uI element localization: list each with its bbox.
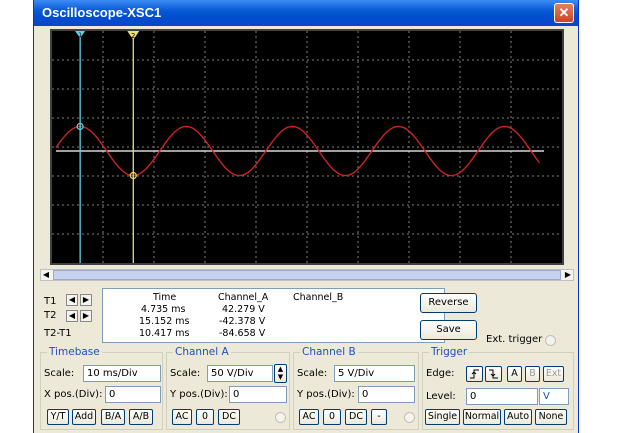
readout-diff-time: 10.417 ms — [139, 328, 190, 339]
t2-label: T2 — [44, 310, 57, 321]
t1-left-arrow-icon[interactable]: ◀ — [66, 294, 78, 306]
title-bar[interactable]: Oscilloscope-XSC1 ✕ — [34, 0, 578, 26]
save-button[interactable]: Save — [420, 320, 477, 340]
scroll-thumb[interactable] — [53, 270, 561, 280]
trigger-title: Trigger — [429, 346, 470, 358]
timebase-ab-button[interactable]: A/B — [129, 409, 153, 425]
ext-trigger-radio[interactable] — [545, 335, 556, 346]
trigger-source-a-button[interactable]: A — [507, 366, 522, 382]
channel-a-group: Channel A Scale: 50 V/Div ▲ ▼ Y pos.(Div)… — [166, 346, 290, 430]
trigger-normal-button[interactable]: Normal — [463, 409, 501, 425]
trigger-none-button[interactable]: None — [535, 409, 567, 425]
channel-a-ypos-label: Y pos.(Div): — [170, 389, 228, 400]
readout-diff-a: -84.658 V — [219, 328, 266, 339]
channel-a-scale-field[interactable]: 50 V/Div — [207, 365, 273, 382]
timebase-yt-button[interactable]: Y/T — [47, 409, 69, 425]
rising-edge-icon[interactable] — [466, 366, 483, 382]
scope-display: 12 — [52, 31, 562, 263]
timebase-group: Timebase Scale: 10 ms/Div X pos.(Div): 0… — [40, 346, 163, 430]
ext-trigger-label: Ext. trigger — [486, 334, 543, 345]
t1-label: T1 — [44, 296, 57, 307]
trigger-level-field[interactable]: 0 — [466, 388, 538, 405]
channel-a-ypos-field[interactable]: 0 — [229, 386, 287, 403]
timebase-title: Timebase — [47, 346, 102, 358]
readout-header-channel-b: Channel_B — [293, 292, 344, 303]
readout-t2-time: 15.152 ms — [139, 316, 190, 327]
trigger-level-label: Level: — [426, 391, 456, 402]
scroll-right-arrow-icon[interactable]: ▶ — [563, 270, 573, 280]
channel-b-dc-button[interactable]: DC — [345, 409, 367, 425]
t2-left-arrow-icon[interactable]: ◀ — [66, 310, 78, 322]
t1-right-arrow-icon[interactable]: ▶ — [80, 294, 92, 306]
channel-a-title: Channel A — [173, 346, 231, 358]
falling-edge-icon[interactable] — [485, 366, 502, 382]
readout-header-channel-a: Channel_A — [218, 292, 269, 303]
channel-a-zero-button[interactable]: 0 — [196, 409, 214, 425]
trigger-group: Trigger Edge: A B Ext Level: 0 V Single … — [422, 346, 574, 430]
timebase-ba-button[interactable]: B/A — [101, 409, 125, 425]
readout-t1-time: 4.735 ms — [141, 304, 186, 315]
timebase-scale-field[interactable]: 10 ms/Div — [83, 365, 161, 382]
channel-b-zero-button[interactable]: 0 — [323, 409, 341, 425]
window-title: Oscilloscope-XSC1 — [42, 5, 162, 20]
trigger-source-b-button[interactable]: B — [525, 366, 540, 382]
channel-a-scale-spinner-icon[interactable]: ▲ ▼ — [274, 364, 287, 383]
scroll-left-arrow-icon[interactable]: ◀ — [41, 270, 51, 280]
measurement-readout: Time Channel_A Channel_B 4.735 ms 42.279… — [102, 288, 445, 343]
timebase-xpos-label: X pos.(Div): — [44, 389, 103, 400]
channel-a-scale-label: Scale: — [170, 368, 201, 379]
horizontal-scrollbar[interactable]: ◀ ▶ — [40, 269, 574, 281]
channel-a-radio[interactable] — [275, 412, 286, 423]
reverse-button[interactable]: Reverse — [420, 293, 477, 313]
cursor-1-label: 1 — [78, 32, 82, 39]
scope-screen[interactable]: 12 — [50, 29, 564, 265]
channel-a-ac-button[interactable]: AC — [172, 409, 192, 425]
trigger-edge-label: Edge: — [426, 368, 455, 379]
channel-b-group: Channel B Scale: 5 V/Div Y pos.(Div): 0 … — [293, 346, 419, 430]
cursor-2-label: 2 — [131, 32, 135, 40]
t2-t1-label: T2-T1 — [44, 328, 72, 339]
t2-right-arrow-icon[interactable]: ▶ — [80, 310, 92, 322]
trigger-level-unit[interactable]: V — [539, 388, 569, 405]
trigger-source-ext-button[interactable]: Ext — [543, 366, 564, 382]
oscilloscope-window: Oscilloscope-XSC1 ✕ 12 ◀ ▶ T1 ◀ ▶ T2 ◀ ▶… — [33, 0, 579, 433]
channel-b-ac-button[interactable]: AC — [299, 409, 319, 425]
channel-b-radio[interactable] — [404, 412, 415, 423]
channel-b-ypos-label: Y pos.(Div): — [297, 389, 355, 400]
close-button[interactable]: ✕ — [554, 3, 574, 23]
readout-t2-a: -42.378 V — [219, 316, 266, 327]
channel-b-title: Channel B — [300, 346, 358, 358]
readout-t1-a: 42.279 V — [222, 304, 265, 315]
channel-b-scale-label: Scale: — [297, 368, 328, 379]
trigger-single-button[interactable]: Single — [425, 409, 460, 425]
channel-b-invert-button[interactable]: - — [371, 409, 387, 425]
timebase-xpos-field[interactable]: 0 — [105, 386, 161, 403]
trigger-auto-button[interactable]: Auto — [504, 409, 532, 425]
channel-a-dc-button[interactable]: DC — [218, 409, 240, 425]
channel-b-ypos-field[interactable]: 0 — [358, 386, 415, 403]
timebase-scale-label: Scale: — [44, 368, 75, 379]
timebase-add-button[interactable]: Add — [72, 409, 96, 425]
readout-header-time: Time — [153, 292, 177, 303]
channel-b-scale-field[interactable]: 5 V/Div — [334, 365, 415, 382]
